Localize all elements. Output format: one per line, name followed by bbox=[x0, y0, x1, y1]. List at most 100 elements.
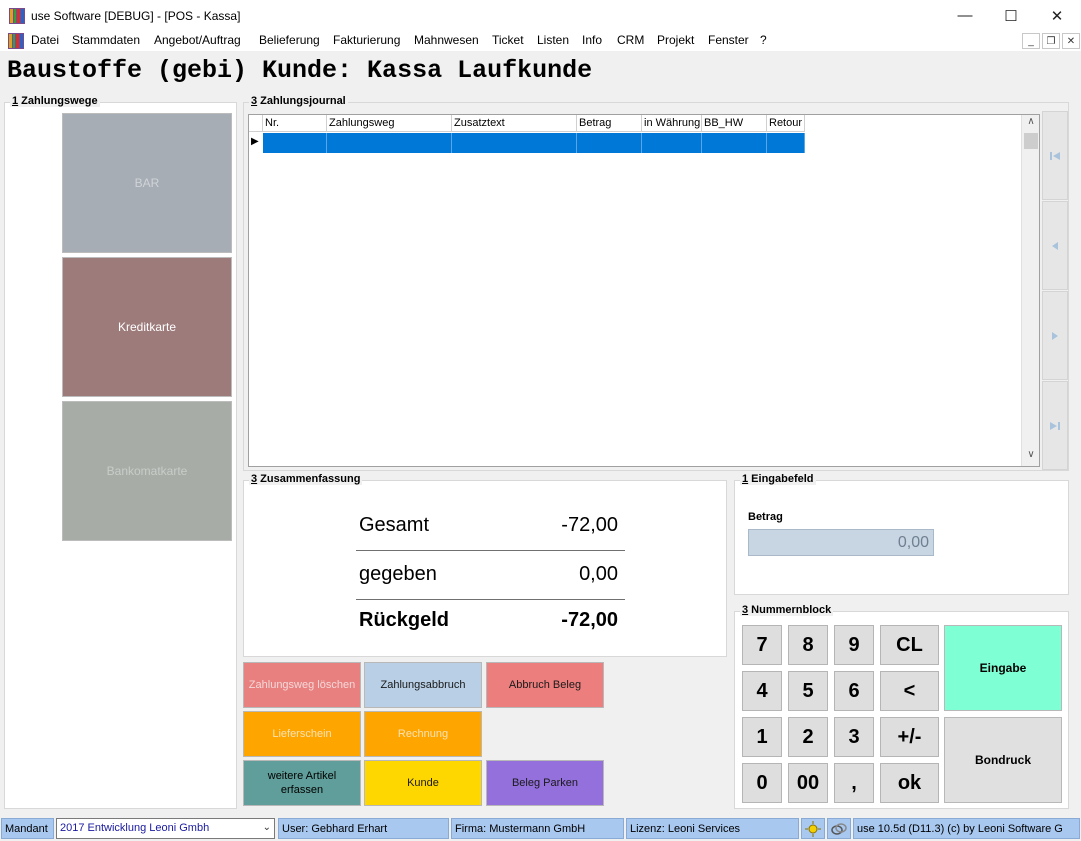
lieferschein-button[interactable]: Lieferschein bbox=[243, 711, 361, 757]
column-header-zahlungsweg[interactable]: Zahlungsweg bbox=[327, 115, 452, 132]
key-6-button[interactable]: 6 bbox=[834, 671, 874, 711]
column-header-zusatztext[interactable]: Zusatztext bbox=[452, 115, 577, 132]
nav-first-button[interactable] bbox=[1042, 111, 1068, 200]
key-3-button[interactable]: 3 bbox=[834, 717, 874, 757]
menu-help[interactable]: ? bbox=[760, 33, 767, 47]
column-header-in-waehrung[interactable]: in Währung bbox=[642, 115, 702, 132]
table-cell[interactable] bbox=[452, 133, 577, 153]
zusammenfassung-title: 3 Zusammenfassung bbox=[249, 473, 363, 485]
menu-fakturierung[interactable]: Fakturierung bbox=[333, 33, 400, 47]
menu-mahnwesen[interactable]: Mahnwesen bbox=[414, 33, 479, 47]
payment-kreditkarte-button[interactable]: Kreditkarte bbox=[62, 257, 232, 397]
mandant-value: 2017 Entwicklung Leoni Gmbh bbox=[60, 822, 210, 834]
gegeben-value: 0,00 bbox=[579, 563, 618, 585]
mdi-close-button[interactable]: ✕ bbox=[1062, 33, 1080, 49]
maximize-button[interactable]: ☐ bbox=[988, 0, 1034, 31]
eingabe-button[interactable]: Eingabe bbox=[944, 625, 1062, 711]
scroll-thumb[interactable] bbox=[1024, 133, 1038, 149]
table-cell[interactable] bbox=[263, 133, 327, 153]
betrag-input[interactable]: 0,00 bbox=[748, 529, 934, 556]
scroll-up-icon[interactable]: ∧ bbox=[1024, 116, 1038, 130]
nav-prev-button[interactable] bbox=[1042, 201, 1068, 290]
minimize-button[interactable]: — bbox=[942, 0, 988, 31]
menu-listen[interactable]: Listen bbox=[537, 33, 569, 47]
table-cell[interactable] bbox=[702, 133, 767, 153]
table-cell[interactable] bbox=[767, 133, 805, 153]
rechnung-button[interactable]: Rechnung bbox=[364, 711, 482, 757]
menu-crm[interactable]: CRM bbox=[617, 33, 644, 47]
rueckgeld-value: -72,00 bbox=[561, 609, 618, 631]
gegeben-label: gegeben bbox=[359, 563, 437, 585]
abbruch-beleg-button[interactable]: Abbruch Beleg bbox=[486, 662, 604, 708]
column-header-nr[interactable]: Nr. bbox=[263, 115, 327, 132]
menu-stammdaten[interactable]: Stammdaten bbox=[72, 33, 140, 47]
mandant-select[interactable]: 2017 Entwicklung Leoni Gmbh ⌄ bbox=[56, 818, 275, 839]
gesamt-label: Gesamt bbox=[359, 514, 430, 536]
menu-info[interactable]: Info bbox=[582, 33, 602, 47]
beleg-parken-button[interactable]: Beleg Parken bbox=[486, 760, 604, 806]
menu-angebot-auftrag[interactable]: Angebot/Auftrag bbox=[154, 33, 241, 47]
menu-ticket[interactable]: Ticket bbox=[492, 33, 524, 47]
page-title: Baustoffe (gebi) Kunde: Kassa Laufkunde bbox=[7, 56, 593, 85]
nav-last-button[interactable] bbox=[1042, 381, 1068, 470]
kunde-button[interactable]: Kunde bbox=[364, 760, 482, 806]
divider bbox=[356, 599, 625, 600]
vertical-scrollbar[interactable]: ∧ ∨ bbox=[1021, 115, 1039, 466]
key-7-button[interactable]: 7 bbox=[742, 625, 782, 665]
connection-icon-cell[interactable] bbox=[827, 818, 851, 839]
key-sign-button[interactable]: +/- bbox=[880, 717, 939, 757]
weitere-artikel-button[interactable]: weitere Artikel erfassen bbox=[243, 760, 361, 806]
key-8-button[interactable]: 8 bbox=[788, 625, 828, 665]
mdi-minimize-button[interactable]: _ bbox=[1022, 33, 1040, 49]
notification-icon-cell[interactable] bbox=[801, 818, 825, 839]
key-4-button[interactable]: 4 bbox=[742, 671, 782, 711]
gesamt-value: -72,00 bbox=[561, 514, 618, 536]
menu-belieferung[interactable]: Belieferung bbox=[259, 33, 320, 47]
chevron-down-icon[interactable]: ⌄ bbox=[263, 822, 271, 833]
zahlungsjournal-title: 3 Zahlungsjournal bbox=[249, 95, 348, 107]
next-icon bbox=[1052, 331, 1058, 340]
nav-next-button[interactable] bbox=[1042, 291, 1068, 380]
zahlungsabbruch-button[interactable]: Zahlungsabbruch bbox=[364, 662, 482, 708]
menu-projekt[interactable]: Projekt bbox=[657, 33, 694, 47]
key-ok-button[interactable]: ok bbox=[880, 763, 939, 803]
key-00-button[interactable]: 00 bbox=[788, 763, 828, 803]
menu-datei[interactable]: Datei bbox=[31, 33, 59, 47]
key-2-button[interactable]: 2 bbox=[788, 717, 828, 757]
table-cell[interactable] bbox=[327, 133, 452, 153]
table-cell[interactable] bbox=[642, 133, 702, 153]
key-backspace-button[interactable]: < bbox=[880, 671, 939, 711]
lizenz-status: Lizenz: Leoni Services bbox=[626, 818, 799, 839]
user-status: User: Gebhard Erhart bbox=[278, 818, 449, 839]
column-header-bb-hw[interactable]: BB_HW bbox=[702, 115, 767, 132]
key-1-button[interactable]: 1 bbox=[742, 717, 782, 757]
divider bbox=[356, 550, 625, 551]
row-indicator-icon: ▶ bbox=[251, 136, 259, 147]
payment-bar-button[interactable]: BAR bbox=[62, 113, 232, 253]
window-title: use Software [DEBUG] - [POS - Kassa] bbox=[31, 9, 241, 23]
first-icon bbox=[1050, 151, 1060, 160]
app-menu-icon[interactable] bbox=[8, 33, 24, 49]
close-button[interactable]: ✕ bbox=[1034, 0, 1080, 31]
table-cell[interactable] bbox=[577, 133, 642, 153]
mdi-restore-button[interactable]: ❐ bbox=[1042, 33, 1060, 49]
zahlungsweg-loeschen-button[interactable]: Zahlungsweg löschen bbox=[243, 662, 361, 708]
key-9-button[interactable]: 9 bbox=[834, 625, 874, 665]
column-header-retour[interactable]: Retour bbox=[767, 115, 805, 132]
key-clear-button[interactable]: CL bbox=[880, 625, 939, 665]
journal-grid[interactable]: Nr. Zahlungsweg Zusatztext Betrag in Wäh… bbox=[248, 114, 1040, 467]
menu-fenster[interactable]: Fenster bbox=[708, 33, 749, 47]
app-icon bbox=[9, 8, 25, 24]
rueckgeld-label: Rückgeld bbox=[359, 609, 450, 631]
scroll-down-icon[interactable]: ∨ bbox=[1024, 449, 1038, 463]
zahlungswege-title: 1 Zahlungswege bbox=[10, 95, 100, 107]
key-5-button[interactable]: 5 bbox=[788, 671, 828, 711]
bondruck-button[interactable]: Bondruck bbox=[944, 717, 1062, 803]
payment-bankomatkarte-button[interactable]: Bankomatkarte bbox=[62, 401, 232, 541]
zusammenfassung-panel bbox=[243, 480, 727, 657]
version-status: use 10.5d (D11.3) (c) by Leoni Software … bbox=[853, 818, 1080, 839]
column-header-betrag[interactable]: Betrag bbox=[577, 115, 642, 132]
nummernblock-title: 3 Nummernblock bbox=[740, 604, 834, 616]
key-comma-button[interactable]: , bbox=[834, 763, 874, 803]
key-0-button[interactable]: 0 bbox=[742, 763, 782, 803]
